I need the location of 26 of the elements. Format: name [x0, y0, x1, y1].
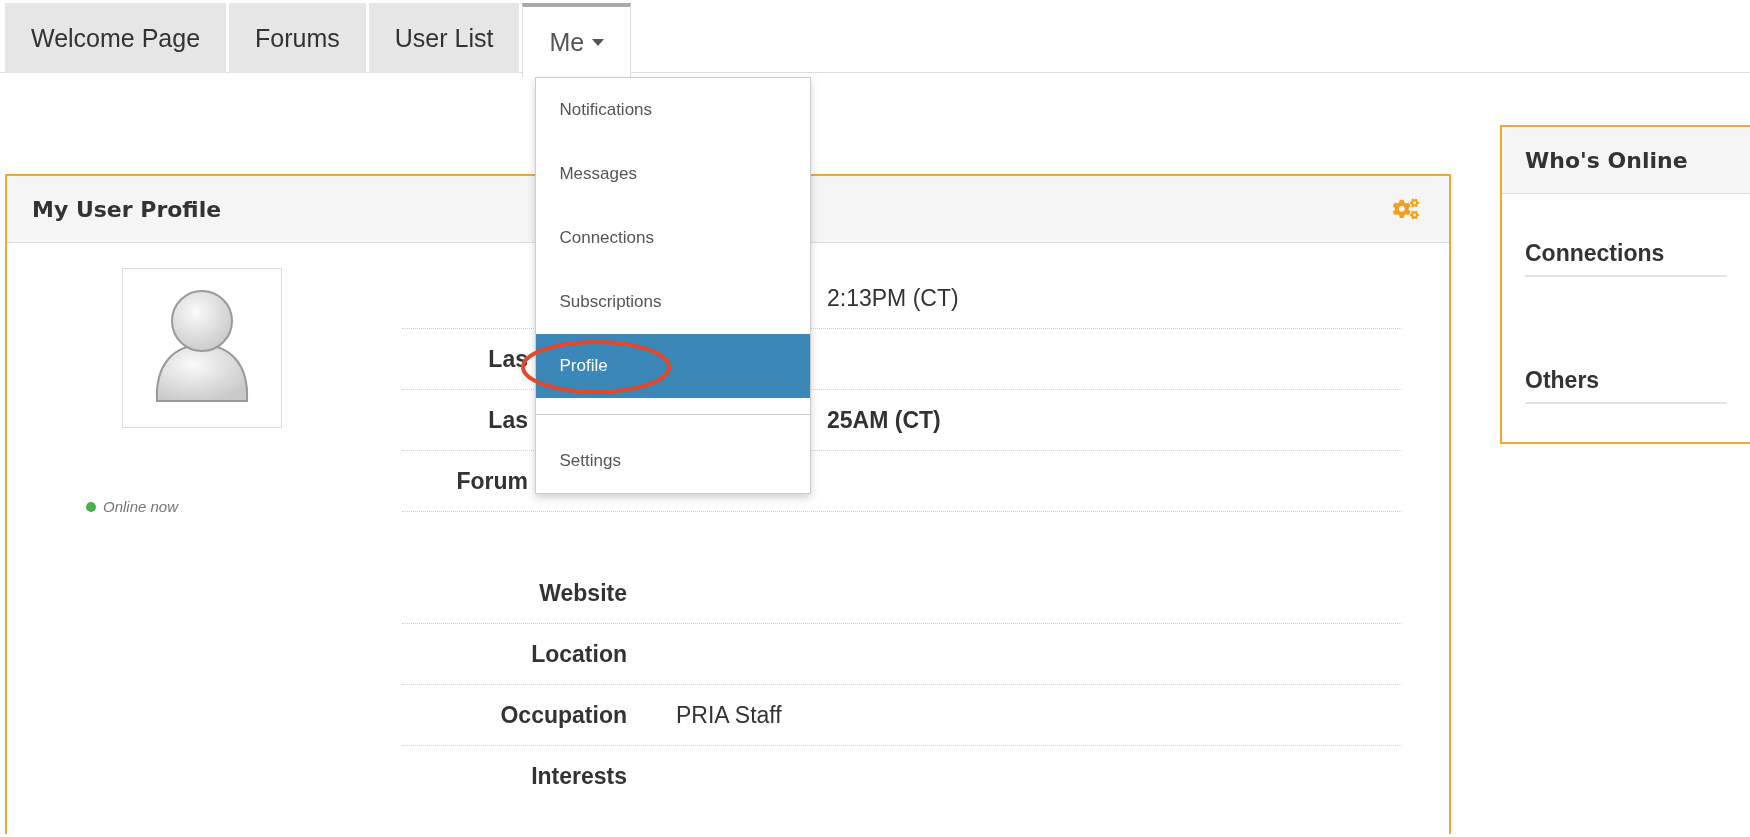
panel-title: My User Profile — [32, 196, 222, 222]
field-label: Las — [488, 406, 528, 433]
nav-tab[interactable]: User List — [368, 3, 520, 73]
status-dot — [86, 501, 96, 512]
nav-tab[interactable]: Forums — [229, 3, 366, 73]
menu-item[interactable]: Notifications — [536, 78, 811, 142]
field-value: PRIA Staff — [676, 701, 782, 728]
menu-item[interactable]: Subscriptions — [536, 270, 811, 334]
section-title: Others — [1525, 367, 1600, 394]
menu-item[interactable]: Messages — [536, 142, 811, 206]
field-value: 2:13PM (CT) — [827, 284, 959, 311]
status-text: Online now — [103, 498, 179, 515]
field-label: Interests — [531, 763, 627, 789]
nav-tab[interactable]: Me — [522, 3, 632, 77]
field-value: 25AM (CT) — [827, 406, 941, 433]
field-label: Website — [539, 579, 627, 606]
section-title: Connections — [1525, 240, 1665, 267]
nav-tab[interactable]: Welcome Page — [5, 3, 227, 73]
field-label: Forum — [456, 467, 528, 494]
field-label: Occupation — [500, 701, 627, 728]
menu-item[interactable]: Settings — [536, 429, 811, 493]
field-label: Location — [531, 640, 627, 667]
panel-title: Who's Online — [1525, 147, 1688, 173]
menu-item[interactable]: Profile — [536, 334, 811, 398]
menu-item[interactable]: Connections — [536, 206, 811, 270]
settings-icon[interactable] — [1393, 196, 1419, 222]
